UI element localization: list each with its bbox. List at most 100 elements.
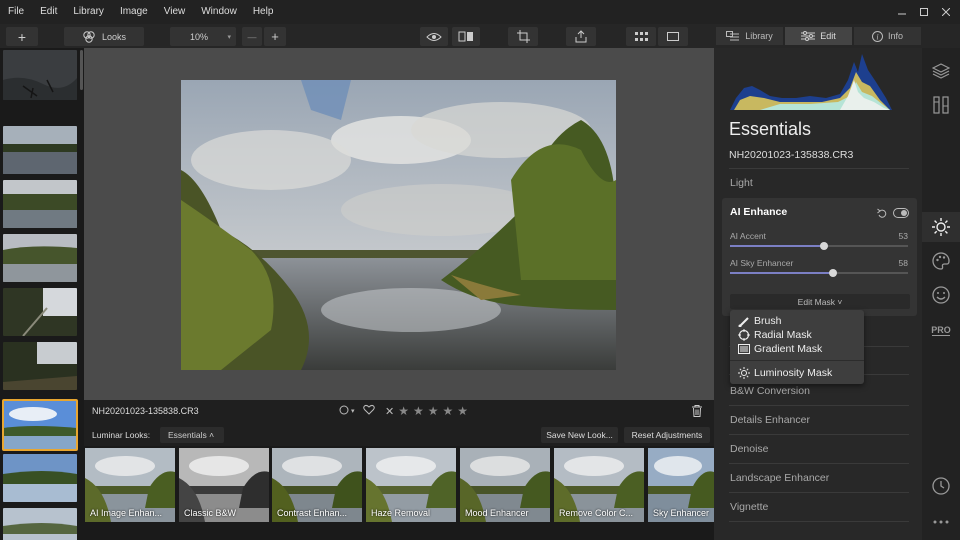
maximize-icon[interactable] (916, 0, 932, 24)
section-landscape-enhancer[interactable]: Landscape Enhancer (730, 472, 829, 484)
minimize-icon[interactable] (894, 0, 910, 24)
film-thumb[interactable] (3, 454, 77, 502)
menu-item-gradient-mask[interactable]: Gradient Mask (738, 343, 822, 355)
star-1[interactable]: ★ (398, 404, 409, 418)
look-thumb[interactable]: Mood Enhancer (460, 448, 550, 522)
sliders-icon (801, 31, 816, 41)
menu-library[interactable]: Library (65, 0, 112, 24)
more-options-icon[interactable] (931, 512, 951, 532)
star-5[interactable]: ★ (457, 404, 468, 418)
menu-image[interactable]: Image (112, 0, 156, 24)
compare-button[interactable] (452, 27, 480, 46)
visibility-toggle-icon[interactable] (893, 205, 909, 223)
photo-image (181, 80, 616, 370)
ai-sky-enhancer-value: 58 (898, 258, 908, 268)
crop-button[interactable] (508, 27, 538, 46)
trash-icon[interactable] (692, 404, 702, 422)
share-button[interactable] (566, 27, 596, 46)
heart-icon[interactable] (363, 404, 375, 418)
layers-icon[interactable] (931, 61, 951, 81)
menu-file[interactable]: File (0, 0, 32, 24)
section-denoise[interactable]: Denoise (730, 443, 769, 455)
menu-help[interactable]: Help (245, 0, 282, 24)
looks-bar: Luminar Looks: Essentials ˄ Save New Loo… (84, 424, 714, 446)
film-thumb[interactable] (3, 234, 77, 282)
section-light[interactable]: Light (730, 177, 753, 189)
reset-adjustments-label: Reset Adjustments (631, 430, 703, 440)
film-thumb[interactable] (3, 342, 77, 390)
image-filename: NH20201023-135838.CR3 (92, 406, 199, 416)
filmstrip (0, 48, 84, 540)
filmstrip-scrollbar[interactable] (80, 50, 83, 90)
reject-icon[interactable]: ✕ (385, 405, 394, 418)
reset-adjustments-button[interactable]: Reset Adjustments (624, 427, 710, 443)
canvas-tools-icon[interactable] (931, 95, 951, 115)
menu-edit[interactable]: Edit (32, 0, 65, 24)
film-thumb[interactable] (3, 50, 77, 100)
menu-view[interactable]: View (156, 0, 194, 24)
zoom-in-button[interactable]: + (264, 27, 286, 46)
ai-accent-slider[interactable] (730, 242, 908, 250)
menu-item-radial-mask[interactable]: Radial Mask (738, 329, 812, 341)
look-thumb[interactable]: Haze Removal (366, 448, 456, 522)
pro-tools-icon[interactable]: PRO (931, 324, 951, 336)
section-details-enhancer[interactable]: Details Enhancer (730, 414, 810, 426)
section-bw-conversion[interactable]: B&W Conversion (730, 385, 810, 397)
film-thumb-selected[interactable] (2, 399, 78, 451)
add-photos-button[interactable]: + (6, 27, 38, 46)
film-thumb[interactable] (3, 126, 77, 174)
film-thumb[interactable] (3, 180, 77, 228)
looks-label: Looks (101, 31, 127, 42)
undo-icon[interactable] (877, 205, 887, 223)
grid-view-button[interactable] (626, 27, 656, 46)
single-view-button[interactable] (658, 27, 688, 46)
star-4[interactable]: ★ (443, 404, 454, 418)
menu-item-brush[interactable]: Brush (738, 315, 781, 327)
thumbnail-image (3, 50, 77, 100)
history-clock-icon[interactable] (931, 476, 951, 496)
zoom-select[interactable]: 10% ▾ (170, 27, 236, 46)
look-thumb[interactable]: AI Image Enhan... (85, 448, 175, 522)
creative-palette-icon[interactable] (931, 251, 951, 271)
edit-panel: Essentials NH20201023-135838.CR3 Light A… (714, 48, 922, 540)
preview-eye-button[interactable] (420, 27, 448, 46)
portrait-face-icon[interactable] (931, 285, 951, 305)
ai-sky-enhancer-slider[interactable] (730, 269, 908, 277)
look-thumb[interactable]: Classic B&W (179, 448, 269, 522)
edit-mask-menu: Brush Radial Mask Gradient Mask Luminosi… (730, 310, 864, 384)
library-icon (726, 31, 740, 41)
essentials-sun-icon[interactable] (931, 217, 951, 237)
look-name: Mood Enhancer (465, 508, 529, 518)
luminar-looks-label: Luminar Looks: (92, 430, 151, 440)
menu-window[interactable]: Window (193, 0, 245, 24)
menu-item-luminosity-mask[interactable]: Luminosity Mask (738, 367, 832, 379)
film-thumb[interactable] (3, 508, 77, 540)
zoom-out-button[interactable]: — (242, 27, 262, 46)
thumbnail-image (3, 508, 77, 540)
looks-button[interactable]: Looks (64, 27, 144, 46)
tab-info[interactable]: i Info (854, 27, 921, 45)
save-new-look-button[interactable]: Save New Look... (541, 427, 618, 443)
tab-library[interactable]: Library (716, 27, 783, 45)
look-thumb[interactable]: Contrast Enhan... (272, 448, 362, 522)
section-vignette[interactable]: Vignette (730, 501, 768, 513)
star-3[interactable]: ★ (428, 404, 439, 418)
ai-sky-enhancer-knob[interactable] (829, 269, 838, 277)
radial-mask-label: Radial Mask (754, 329, 812, 341)
ai-accent-knob[interactable] (820, 242, 829, 250)
tab-edit[interactable]: Edit (785, 27, 852, 45)
edit-mask-button[interactable]: Edit Mask ˅ (730, 294, 910, 309)
luminosity-mask-label: Luminosity Mask (754, 367, 833, 379)
star-2[interactable]: ★ (413, 404, 424, 418)
close-icon[interactable] (938, 0, 954, 24)
tool-rail: PRO (922, 48, 960, 540)
looks-category-select[interactable]: Essentials ˄ (160, 427, 224, 443)
share-icon (575, 30, 587, 43)
color-label-icon[interactable]: ▾ (339, 405, 355, 418)
image-canvas[interactable] (84, 48, 714, 400)
ai-accent-value: 53 (898, 231, 908, 241)
film-thumb[interactable] (3, 288, 77, 336)
look-thumb[interactable]: Remove Color C... (554, 448, 644, 522)
ai-enhance-title: AI Enhance (730, 206, 788, 218)
look-thumb[interactable]: Sky Enhancer (648, 448, 714, 522)
